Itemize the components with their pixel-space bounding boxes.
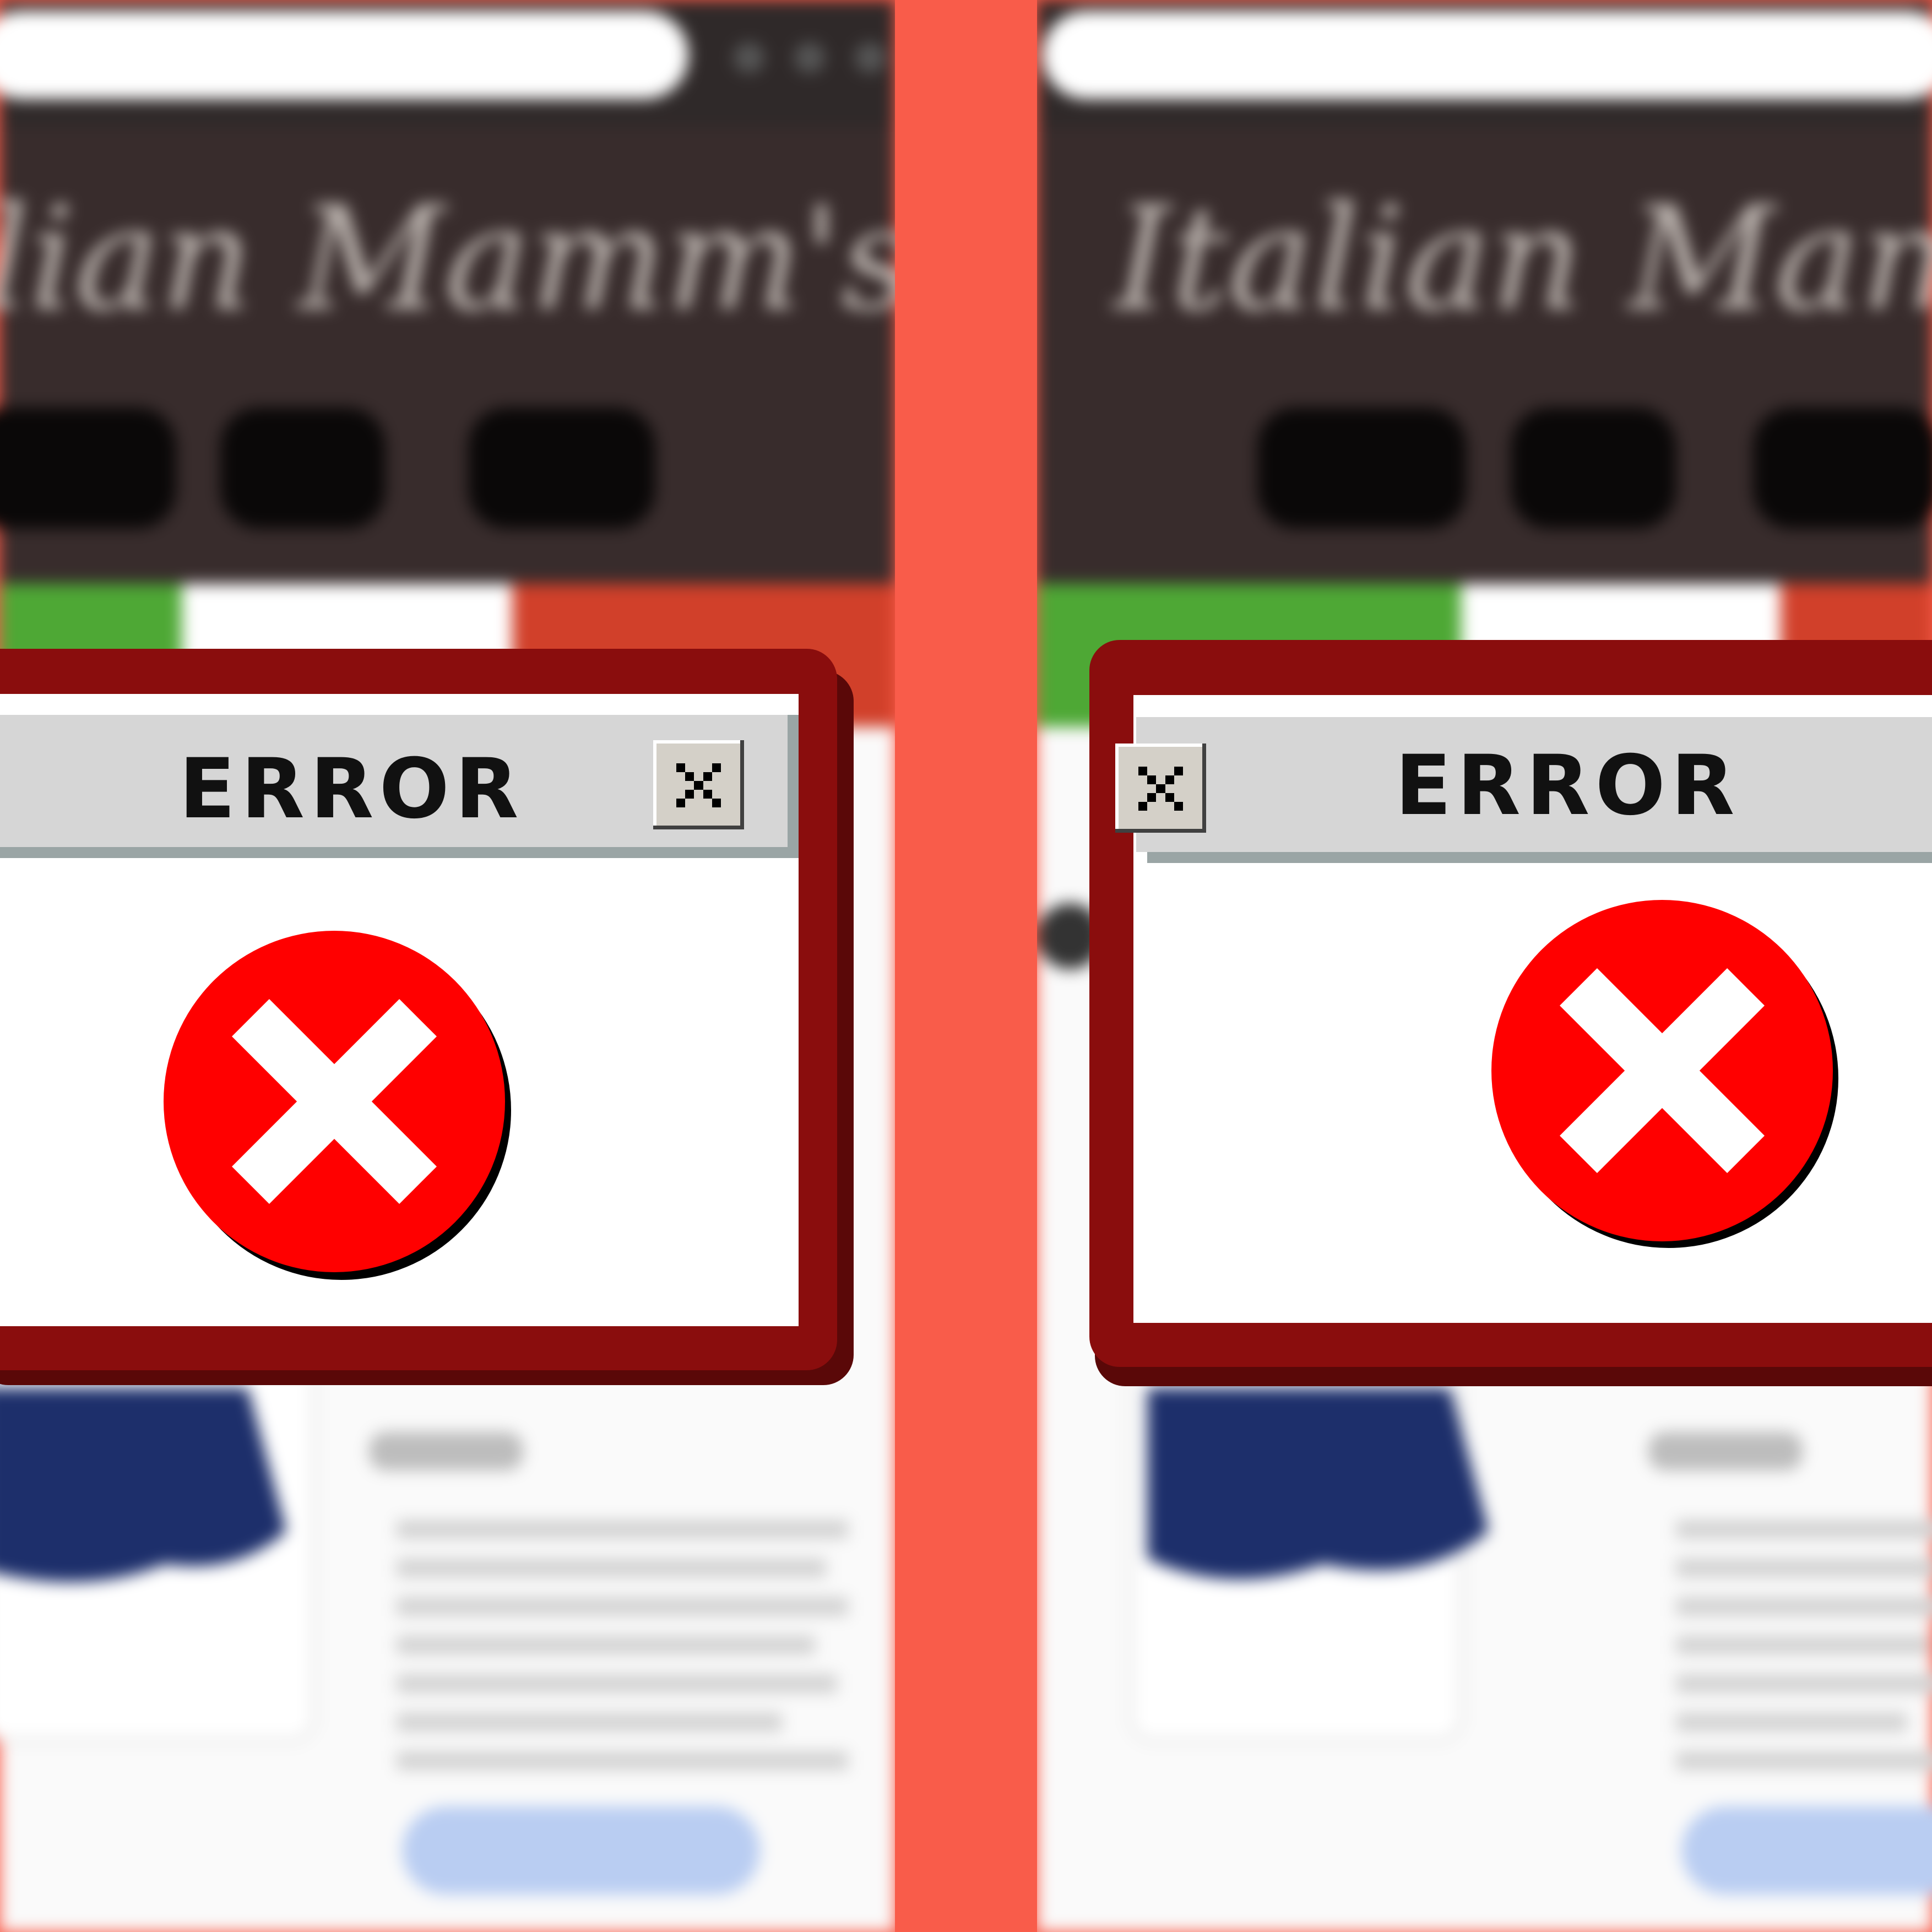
- panel-left: lian Mamm's wardrobe: [0, 0, 895, 1932]
- error-dialog: ERROR: [0, 649, 854, 1385]
- panel-right: Italian Mamma's wardrobe: [1037, 0, 1932, 1932]
- svg-text:lian Mamm's wardrobe: lian Mamm's wardrobe: [0, 176, 895, 343]
- center-divider: [895, 0, 1037, 1932]
- svg-text:Italian Mamma's wardrobe: Italian Mamma's wardrobe: [1112, 176, 1932, 343]
- error-dialog: ERROR: [1089, 640, 1932, 1386]
- close-icon: [653, 740, 744, 829]
- close-button[interactable]: [653, 740, 744, 829]
- dialog-title: ERROR: [1395, 738, 1740, 834]
- dialog-title: ERROR: [179, 741, 524, 837]
- close-icon: [1115, 744, 1206, 833]
- close-button[interactable]: [1115, 744, 1206, 833]
